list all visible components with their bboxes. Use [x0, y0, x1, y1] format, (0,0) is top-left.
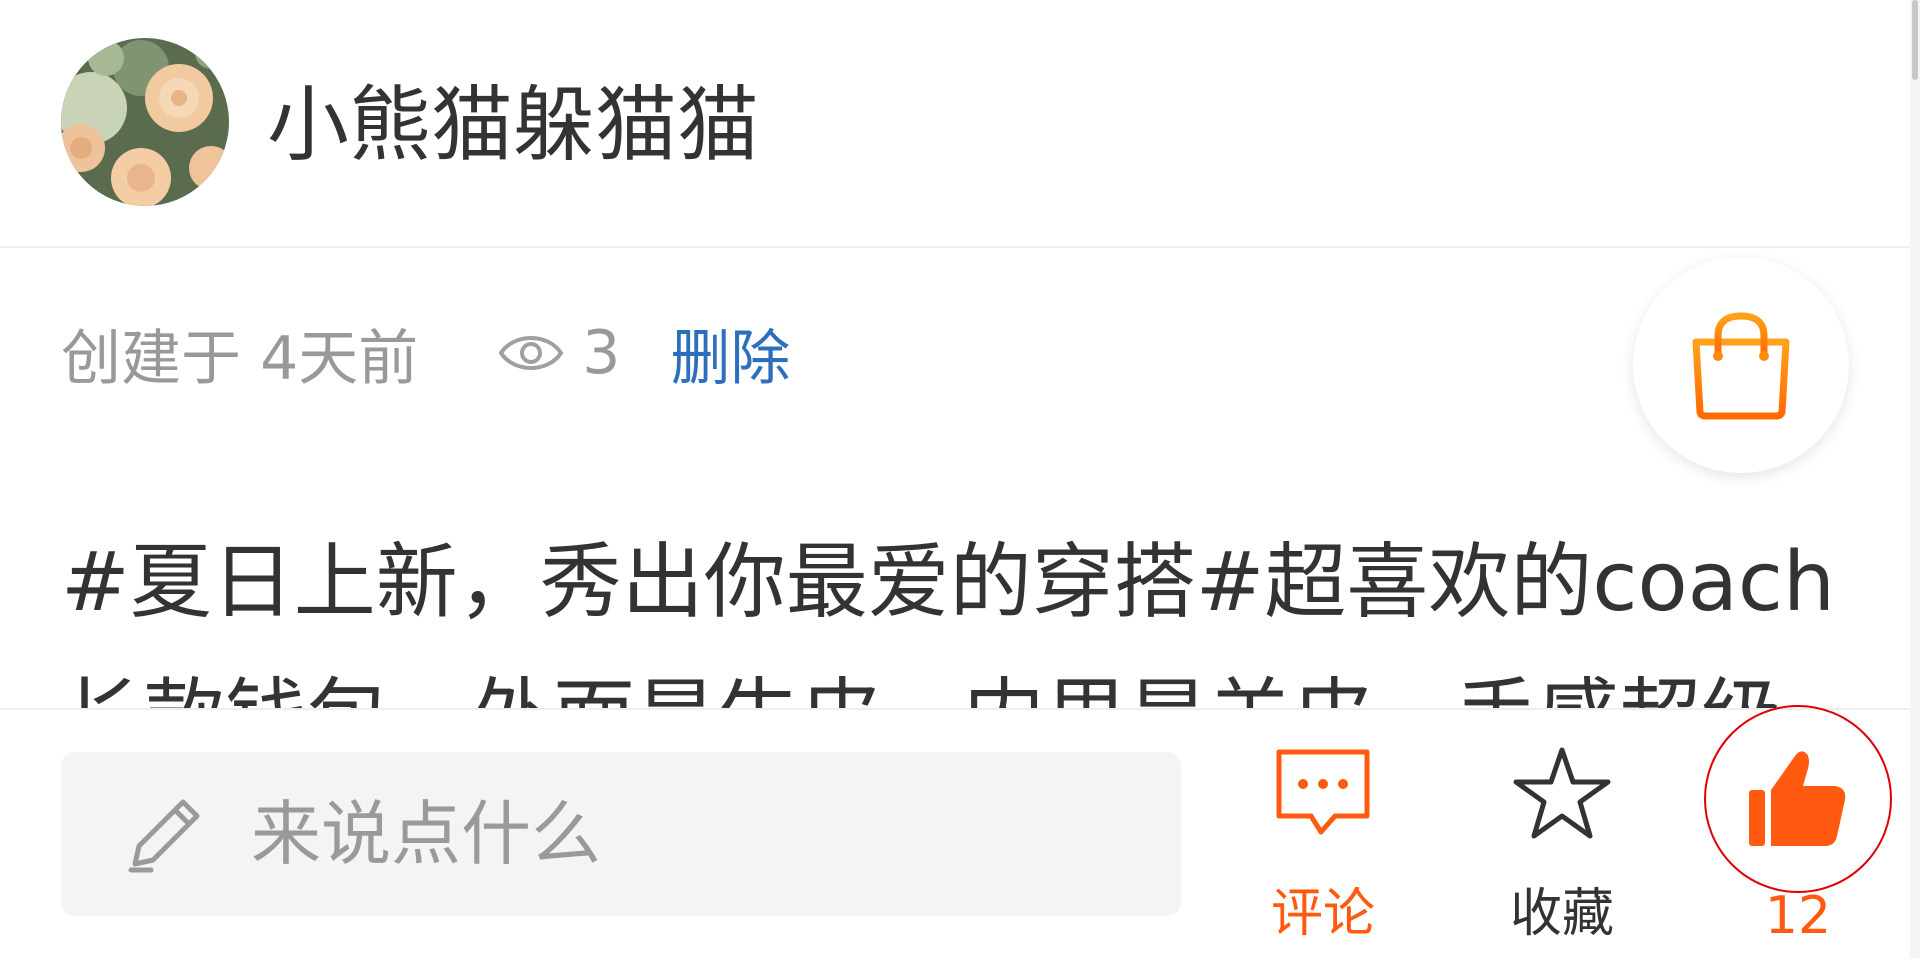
delete-link[interactable]: 删除	[670, 310, 790, 397]
view-count: 3	[582, 318, 621, 388]
bottom-action-bar: 来说点什么 评论 收藏 12	[0, 708, 1910, 960]
thumbs-up-icon	[1749, 751, 1846, 846]
avatar[interactable]	[61, 38, 229, 206]
comment-label: 评论	[1270, 884, 1375, 944]
shopping-bag-icon	[1692, 312, 1790, 420]
post-meta: 创建于 4天前 3 删除	[61, 312, 790, 394]
scrollbar-track[interactable]	[1910, 0, 1920, 958]
scrollbar-thumb[interactable]	[1912, 0, 1918, 80]
eye-icon	[498, 336, 564, 370]
like-count: 12	[1764, 886, 1832, 946]
comment-icon	[1276, 749, 1370, 835]
favorite-label: 收藏	[1509, 884, 1614, 944]
pencil-icon	[128, 799, 200, 873]
like-button[interactable]: 12	[1718, 744, 1878, 946]
post-content: #夏日上新，秀出你最爱的穿搭#超喜欢的coach长款钱包，外面是牛皮，内里是羊皮…	[61, 535, 1835, 710]
comment-input-placeholder: 来说点什么	[251, 793, 601, 875]
post-author-header: 小熊猫躲猫猫	[0, 0, 1910, 248]
created-time: 创建于 4天前	[61, 323, 419, 394]
comment-input[interactable]: 来说点什么	[61, 752, 1181, 916]
author-name[interactable]: 小熊猫躲猫猫	[267, 78, 759, 174]
comment-button[interactable]: 评论	[1243, 744, 1403, 944]
avatar-image	[61, 38, 229, 206]
shopping-bag-button[interactable]	[1633, 257, 1849, 473]
favorite-button[interactable]: 收藏	[1482, 744, 1642, 944]
star-icon	[1513, 747, 1611, 839]
